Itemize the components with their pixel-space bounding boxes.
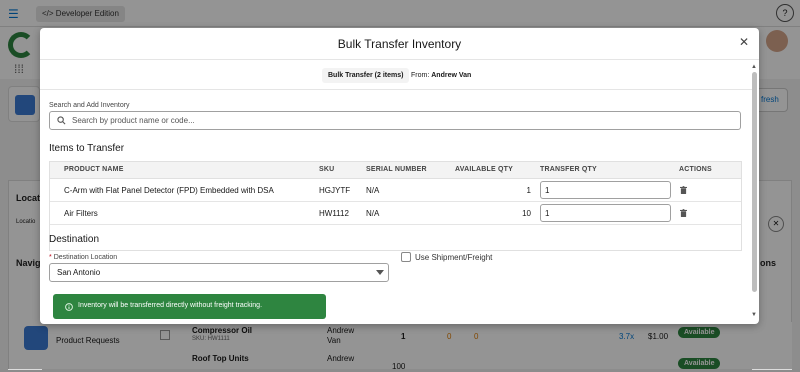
sku: HW1112 (319, 209, 349, 218)
table-row: Air Filters HW1112 N/A 10 (50, 202, 741, 225)
destination-field-label: * Destination Location (49, 254, 117, 261)
header-available-qty: AVAILABLE QTY (455, 166, 513, 173)
info-banner: Inventory will be transferred directly w… (53, 294, 326, 319)
header-sku: SKU (319, 166, 335, 173)
sku: HGJYTF (319, 186, 351, 195)
transfer-count-chip: Bulk Transfer (2 items) (322, 68, 410, 83)
search-icon (57, 116, 66, 125)
available-qty: 10 (522, 209, 531, 218)
modal-header: Bulk Transfer Inventory ✕ (40, 28, 759, 60)
header-product-name: PRODUCT NAME (64, 166, 124, 173)
destination-select[interactable]: San Antonio (49, 263, 389, 282)
destination-title: Destination (49, 234, 100, 245)
destination-label-text: Destination Location (53, 254, 118, 261)
scroll-down-icon[interactable]: ▼ (751, 312, 757, 318)
header-serial-number: SERIAL NUMBER (366, 166, 427, 173)
from-name: Andrew Van (431, 72, 472, 79)
serial-number: N/A (366, 209, 380, 218)
product-name: C-Arm with Flat Panel Detector (FPD) Emb… (64, 186, 274, 195)
required-mark: * (49, 254, 52, 261)
destination-value: San Antonio (57, 268, 101, 277)
modal-scrollbar[interactable]: ▲ ▼ (751, 64, 758, 322)
info-banner-text: Inventory will be transferred directly w… (78, 302, 263, 309)
from-label: From: (411, 72, 430, 79)
search-box[interactable] (49, 111, 741, 130)
from-info: From: Andrew Van (411, 68, 471, 83)
info-icon (65, 303, 73, 311)
transfer-summary-bar: Bulk Transfer (2 items) From: Andrew Van (40, 60, 752, 90)
trash-icon[interactable] (680, 209, 687, 217)
items-table: PRODUCT NAME SKU SERIAL NUMBER AVAILABLE… (49, 161, 742, 251)
chevron-down-icon (376, 270, 384, 275)
use-freight-label[interactable]: Use Shipment/Freight (415, 253, 492, 262)
trash-icon[interactable] (680, 186, 687, 194)
modal-title: Bulk Transfer Inventory (337, 37, 462, 51)
serial-number: N/A (366, 186, 380, 195)
transfer-qty-input[interactable] (540, 204, 671, 222)
scroll-thumb[interactable] (752, 72, 757, 292)
bulk-transfer-modal: Bulk Transfer Inventory ✕ Bulk Transfer … (40, 28, 759, 324)
product-name: Air Filters (64, 209, 98, 218)
table-row: C-Arm with Flat Panel Detector (FPD) Emb… (50, 179, 741, 202)
header-actions: ACTIONS (679, 166, 712, 173)
transfer-qty-input[interactable] (540, 181, 671, 199)
table-header-row: PRODUCT NAME SKU SERIAL NUMBER AVAILABLE… (50, 162, 741, 179)
header-transfer-qty: TRANSFER QTY (540, 166, 597, 173)
scroll-up-icon[interactable]: ▲ (751, 64, 757, 70)
use-freight-checkbox[interactable] (401, 252, 411, 262)
search-input[interactable] (70, 113, 734, 128)
close-icon[interactable]: ✕ (737, 35, 751, 49)
available-qty: 1 (526, 186, 531, 195)
search-label: Search and Add Inventory (49, 102, 130, 109)
items-to-transfer-title: Items to Transfer (49, 143, 125, 154)
